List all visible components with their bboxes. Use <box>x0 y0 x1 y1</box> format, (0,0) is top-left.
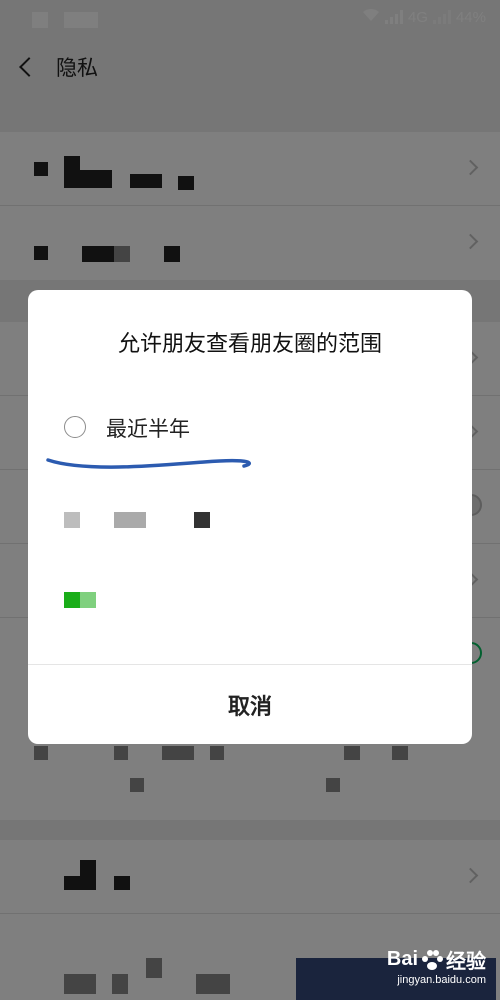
watermark-url: jingyan.baidu.com <box>397 974 486 986</box>
redacted-text <box>64 512 80 528</box>
option-recent-half-year[interactable]: 最近半年 <box>62 408 442 448</box>
redacted-text <box>194 512 210 528</box>
redacted-text <box>114 512 146 528</box>
visibility-range-dialog: 允许朋友查看朋友圈的范围 最近半年 取消 <box>28 290 472 744</box>
paw-icon <box>422 949 443 970</box>
cancel-button[interactable]: 取消 <box>28 665 472 744</box>
redacted-text <box>64 592 80 608</box>
watermark-brand: 经验 <box>446 951 486 973</box>
dialog-title: 允许朋友查看朋友圈的范围 <box>117 332 382 357</box>
watermark-brand: Bai <box>386 948 418 970</box>
redacted-text <box>80 592 96 608</box>
option-label: 最近半年 <box>106 417 190 441</box>
hand-drawn-underline <box>46 458 251 469</box>
option-redacted[interactable] <box>62 500 442 540</box>
option-redacted[interactable] <box>62 580 442 620</box>
radio-icon[interactable] <box>64 416 86 438</box>
watermark-logo: Bai 经验 jingyan.baidu.com <box>387 945 486 986</box>
